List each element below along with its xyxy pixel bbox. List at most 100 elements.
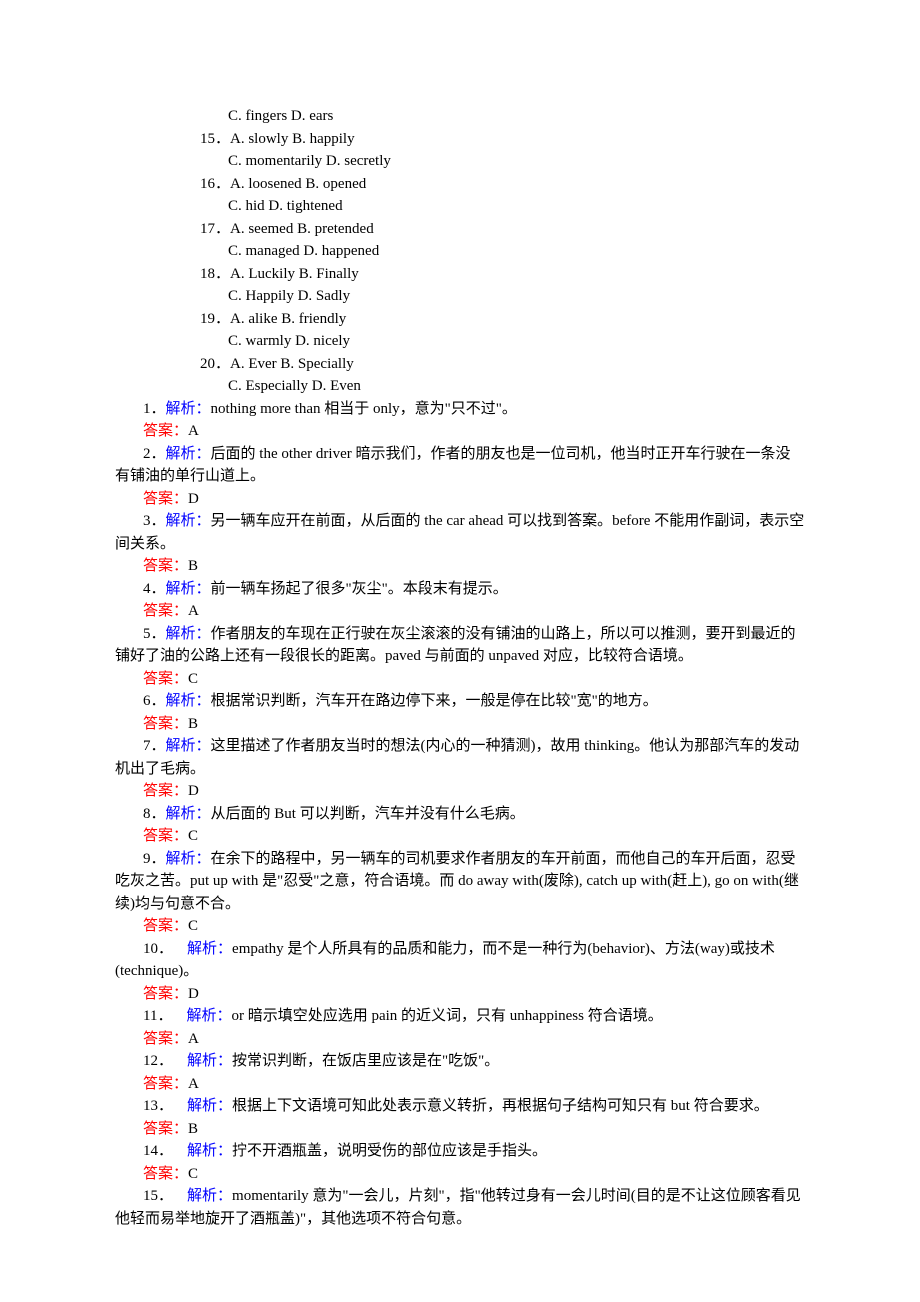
choice-num: 17． bbox=[200, 221, 230, 237]
answer-line: 答案：B bbox=[115, 555, 805, 578]
explanation-text: 作者朋友的车现在正行驶在灰尘滚滚的没有铺油的山路上，所以可以推测，要开到最近的铺… bbox=[115, 626, 796, 665]
answer-value: A bbox=[188, 603, 199, 619]
answer-line: 答案：B bbox=[115, 1118, 805, 1141]
choice-main: A. alike B. friendly bbox=[230, 311, 346, 327]
explanation-text: 根据上下文语境可知此处表示意义转折，再根据句子结构可知只有 but 符合要求。 bbox=[232, 1098, 769, 1114]
choice-line: 15．A. slowly B. happily bbox=[200, 128, 805, 151]
answer-line: 答案：B bbox=[115, 713, 805, 736]
answer-value: C bbox=[188, 828, 198, 844]
explanation-number: 12． bbox=[143, 1053, 187, 1069]
explanation-number: 13． bbox=[143, 1098, 187, 1114]
choice-sub: C. managed D. happened bbox=[200, 240, 805, 263]
explanation-line: 9．解析：在余下的路程中，另一辆车的司机要求作者朋友的车开前面，而他自己的车开后… bbox=[115, 848, 805, 916]
answer-label: 答案： bbox=[143, 1121, 188, 1137]
choice-main: A. seemed B. pretended bbox=[230, 221, 374, 237]
explanation-text: 另一辆车应开在前面，从后面的 the car ahead 可以找到答案。befo… bbox=[115, 513, 804, 552]
choice-sub: C. hid D. tightened bbox=[200, 195, 805, 218]
explanation-number: 1． bbox=[143, 401, 166, 417]
choice-line: 17．A. seemed B. pretended bbox=[200, 218, 805, 241]
answer-label: 答案： bbox=[143, 783, 188, 799]
explanation-number: 2． bbox=[143, 446, 166, 462]
explanation-number: 11． bbox=[143, 1008, 186, 1024]
answer-value: B bbox=[188, 1121, 198, 1137]
answer-line: 答案：A bbox=[115, 420, 805, 443]
explanation-line: 13．解析：根据上下文语境可知此处表示意义转折，再根据句子结构可知只有 but … bbox=[115, 1095, 805, 1118]
answer-value: A bbox=[188, 1076, 199, 1092]
explanation-text: or 暗示填空处应选用 pain 的近义词，只有 unhappiness 符合语… bbox=[231, 1008, 662, 1024]
choice-main: A. loosened B. opened bbox=[230, 176, 366, 192]
explanation-number: 4． bbox=[143, 581, 166, 597]
explanation-label: 解析： bbox=[187, 1188, 232, 1204]
answer-label: 答案： bbox=[143, 1166, 188, 1182]
answer-value: C bbox=[188, 671, 198, 687]
explanation-label: 解析： bbox=[166, 626, 211, 642]
explanation-line: 6．解析：根据常识判断，汽车开在路边停下来，一般是停在比较"宽"的地方。 bbox=[115, 690, 805, 713]
explanation-line: 7．解析：这里描述了作者朋友当时的想法(内心的一种猜测)，故用 thinking… bbox=[115, 735, 805, 780]
explanation-line: 8．解析：从后面的 But 可以判断，汽车并没有什么毛病。 bbox=[115, 803, 805, 826]
explanation-label: 解析： bbox=[166, 738, 211, 754]
explanation-line: 2．解析：后面的 the other driver 暗示我们，作者的朋友也是一位… bbox=[115, 443, 805, 488]
explanation-label: 解析： bbox=[166, 581, 211, 597]
answer-line: 答案：C bbox=[115, 668, 805, 691]
answer-line: 答案：C bbox=[115, 825, 805, 848]
explanation-label: 解析： bbox=[187, 1143, 232, 1159]
answer-label: 答案： bbox=[143, 558, 188, 574]
answer-label: 答案： bbox=[143, 828, 188, 844]
explanation-number: 3． bbox=[143, 513, 166, 529]
explanation-label: 解析： bbox=[166, 513, 211, 529]
explanation-text: 根据常识判断，汽车开在路边停下来，一般是停在比较"宽"的地方。 bbox=[211, 693, 658, 709]
answer-label: 答案： bbox=[143, 1076, 188, 1092]
choice-num: 19． bbox=[200, 311, 230, 327]
answer-value: D bbox=[188, 491, 199, 507]
explanation-number: 14． bbox=[143, 1143, 187, 1159]
answer-label: 答案： bbox=[143, 918, 188, 934]
choice-sub: C. fingers D. ears bbox=[200, 105, 805, 128]
document-page: C. fingers D. ears 15．A. slowly B. happi… bbox=[0, 0, 920, 1270]
answer-line: 答案：A bbox=[115, 1028, 805, 1051]
explanation-label: 解析： bbox=[187, 1098, 232, 1114]
explanation-label: 解析： bbox=[186, 1008, 231, 1024]
explanation-text: 这里描述了作者朋友当时的想法(内心的一种猜测)，故用 thinking。他认为那… bbox=[115, 738, 799, 777]
explanation-line: 14．解析：拧不开酒瓶盖，说明受伤的部位应该是手指头。 bbox=[115, 1140, 805, 1163]
explanation-number: 6． bbox=[143, 693, 166, 709]
explanation-line: 12．解析：按常识判断，在饭店里应该是在"吃饭"。 bbox=[115, 1050, 805, 1073]
explanation-label: 解析： bbox=[166, 806, 211, 822]
explanation-text: 按常识判断，在饭店里应该是在"吃饭"。 bbox=[232, 1053, 499, 1069]
answer-value: B bbox=[188, 716, 198, 732]
choice-num: 18． bbox=[200, 266, 230, 282]
answer-label: 答案： bbox=[143, 716, 188, 732]
answer-value: D bbox=[188, 986, 199, 1002]
choice-sub: C. warmly D. nicely bbox=[200, 330, 805, 353]
answer-value: A bbox=[188, 1031, 199, 1047]
choice-line: 19．A. alike B. friendly bbox=[200, 308, 805, 331]
explanation-number: 8． bbox=[143, 806, 166, 822]
answer-line: 答案：A bbox=[115, 1073, 805, 1096]
explanation-line: 5．解析：作者朋友的车现在正行驶在灰尘滚滚的没有铺油的山路上，所以可以推测，要开… bbox=[115, 623, 805, 668]
answer-line: 答案：D bbox=[115, 488, 805, 511]
answer-value: C bbox=[188, 918, 198, 934]
explanation-number: 9． bbox=[143, 851, 166, 867]
explanation-label: 解析： bbox=[187, 1053, 232, 1069]
answer-label: 答案： bbox=[143, 671, 188, 687]
answer-label: 答案： bbox=[143, 491, 188, 507]
choices-block: C. fingers D. ears 15．A. slowly B. happi… bbox=[115, 105, 805, 398]
answer-value: B bbox=[188, 558, 198, 574]
choice-main: A. slowly B. happily bbox=[230, 131, 355, 147]
answer-line: 答案：A bbox=[115, 600, 805, 623]
explanation-line: 11．解析：or 暗示填空处应选用 pain 的近义词，只有 unhappine… bbox=[115, 1005, 805, 1028]
choice-sub: C. momentarily D. secretly bbox=[200, 150, 805, 173]
explanation-line: 15．解析：momentarily 意为"一会儿，片刻"，指"他转过身有一会儿时… bbox=[115, 1185, 805, 1230]
choice-sub: C. Happily D. Sadly bbox=[200, 285, 805, 308]
answer-line: 答案：C bbox=[115, 915, 805, 938]
explanation-label: 解析： bbox=[166, 693, 211, 709]
explanation-text: 在余下的路程中，另一辆车的司机要求作者朋友的车开前面，而他自己的车开后面，忍受吃… bbox=[115, 851, 799, 912]
explanation-number: 7． bbox=[143, 738, 166, 754]
choice-sub: C. Especially D. Even bbox=[200, 375, 805, 398]
explanation-text: 拧不开酒瓶盖，说明受伤的部位应该是手指头。 bbox=[232, 1143, 547, 1159]
answer-label: 答案： bbox=[143, 603, 188, 619]
explanation-text: 后面的 the other driver 暗示我们，作者的朋友也是一位司机，他当… bbox=[115, 446, 791, 485]
choice-line: 16．A. loosened B. opened bbox=[200, 173, 805, 196]
explanation-label: 解析： bbox=[187, 941, 232, 957]
explanation-text: 从后面的 But 可以判断，汽车并没有什么毛病。 bbox=[211, 806, 525, 822]
answer-line: 答案：C bbox=[115, 1163, 805, 1186]
